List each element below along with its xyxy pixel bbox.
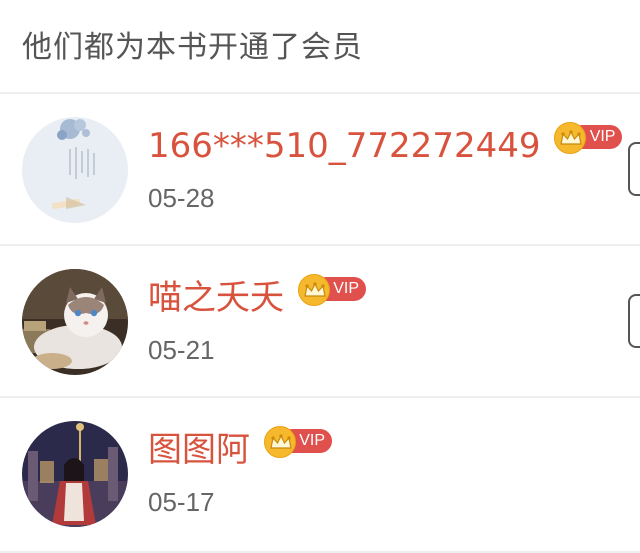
poem-scroll-avatar-image xyxy=(22,117,128,223)
join-date: 05-21 xyxy=(148,335,215,365)
avatar[interactable] xyxy=(22,117,128,223)
section-header: 他们都为本书开通了会员 xyxy=(0,0,640,94)
join-date: 05-28 xyxy=(148,183,215,213)
vip-badge: VIP xyxy=(554,122,624,156)
avatar[interactable] xyxy=(22,269,128,375)
vip-badge: VIP xyxy=(264,426,334,460)
follow-button[interactable] xyxy=(628,294,640,348)
member-name[interactable]: 166***510_772272449 xyxy=(148,122,540,170)
crown-icon xyxy=(554,122,587,154)
list-item[interactable]: 喵之夭夭 VIP 05-21 xyxy=(0,246,640,398)
game-character-avatar-image xyxy=(22,421,128,527)
member-name-line: 喵之夭夭 VIP xyxy=(148,274,368,322)
avatar[interactable] xyxy=(22,421,128,527)
vip-badge: VIP xyxy=(298,274,368,308)
member-name[interactable]: 喵之夭夭 xyxy=(148,274,284,322)
member-name-line: 166***510_772272449 VIP xyxy=(148,122,624,170)
crown-icon xyxy=(298,274,330,306)
member-list-page: 他们都为本书开通了会员 166***510_772272449 VIP 05-2… xyxy=(0,0,640,553)
member-name[interactable]: 图图阿 xyxy=(148,426,250,474)
list-item[interactable]: 图图阿 VIP 05-17 xyxy=(0,398,640,553)
member-name-line: 图图阿 VIP xyxy=(148,426,334,474)
list-item[interactable]: 166***510_772272449 VIP 05-28 xyxy=(0,94,640,246)
crown-icon xyxy=(264,426,296,458)
follow-button[interactable] xyxy=(628,142,640,196)
join-date: 05-17 xyxy=(148,487,215,517)
section-title: 他们都为本书开通了会员 xyxy=(22,30,363,65)
cat-avatar-image xyxy=(22,269,128,375)
